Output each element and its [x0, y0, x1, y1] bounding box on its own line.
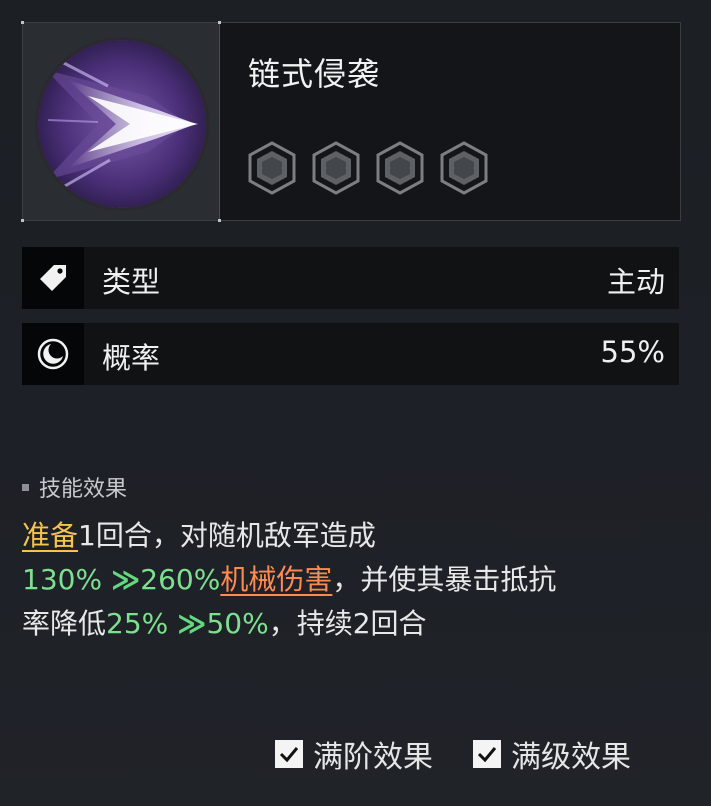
description-text: ，并使其暴击抵抗 — [332, 563, 557, 596]
attribute-row-type: 类型 主动 — [22, 247, 679, 309]
attribute-value: 55% — [600, 335, 665, 369]
skill-name: 链式侵袭 — [248, 55, 381, 93]
effects-section-title: 技能效果 — [22, 471, 127, 503]
description-text: ，持续2回合 — [268, 607, 427, 640]
skill-description: 准备1回合，对随机敌军造成 130% ≫260%机械伤害，并使其暴击抵抗 率降低… — [22, 514, 687, 646]
chevron-strike-icon — [35, 37, 209, 211]
hexagon-star-icon — [376, 141, 424, 195]
attribute-value: 主动 — [606, 265, 665, 299]
corner-marker — [218, 21, 221, 24]
attribute-label: 概率 — [102, 341, 161, 375]
description-text: 率降低 — [22, 607, 107, 640]
description-line-1: 准备1回合，对随机敌军造成 — [22, 514, 687, 558]
hexagon-star-icon — [248, 141, 296, 195]
reduction-base-value: 25% — [106, 607, 169, 640]
corner-marker — [21, 21, 24, 24]
checkbox-checked[interactable] — [275, 740, 303, 768]
upgrade-arrow-icon: ≫ — [177, 607, 207, 640]
damage-max-value: 260% — [140, 563, 221, 596]
crescent-moon-icon — [22, 323, 84, 385]
keyword-prepare[interactable]: 准备 — [22, 519, 78, 552]
upgrade-arrow-icon: ≫ — [110, 563, 141, 596]
description-text: 1回合，对随机敌军造成 — [78, 519, 376, 552]
description-line-2: 130% ≫260%机械伤害，并使其暴击抵抗 — [22, 558, 687, 602]
hexagon-star-icon — [312, 141, 360, 195]
tag-icon — [22, 247, 84, 309]
attribute-row-chance: 概率 55% — [22, 323, 679, 385]
corner-marker — [218, 219, 221, 222]
checkbox-checked[interactable] — [473, 740, 501, 768]
star-rank — [247, 141, 489, 195]
hexagon-star-icon — [440, 141, 488, 195]
reduction-max-value: 50% — [206, 607, 269, 640]
damage-base-value: 130% — [22, 563, 103, 596]
full-level-toggle[interactable]: 满级效果 — [473, 732, 631, 776]
effects-title-text: 技能效果 — [39, 477, 128, 502]
checkmark-icon — [279, 747, 299, 763]
effect-toggles: 满阶效果 满级效果 — [275, 732, 631, 776]
keyword-mech-damage[interactable]: 机械伤害 — [220, 563, 332, 596]
toggle-label: 满阶效果 — [313, 740, 433, 775]
checkmark-icon — [477, 747, 497, 763]
full-rank-toggle[interactable]: 满阶效果 — [275, 732, 433, 776]
skill-header-card: 链式侵袭 — [21, 21, 681, 222]
description-line-3: 率降低25% ≫50%，持续2回合 — [22, 602, 687, 646]
skill-icon-panel — [21, 21, 221, 222]
toggle-label: 满级效果 — [511, 740, 631, 775]
corner-marker — [21, 219, 24, 222]
attribute-label: 类型 — [102, 265, 161, 299]
bullet-icon — [22, 483, 29, 491]
